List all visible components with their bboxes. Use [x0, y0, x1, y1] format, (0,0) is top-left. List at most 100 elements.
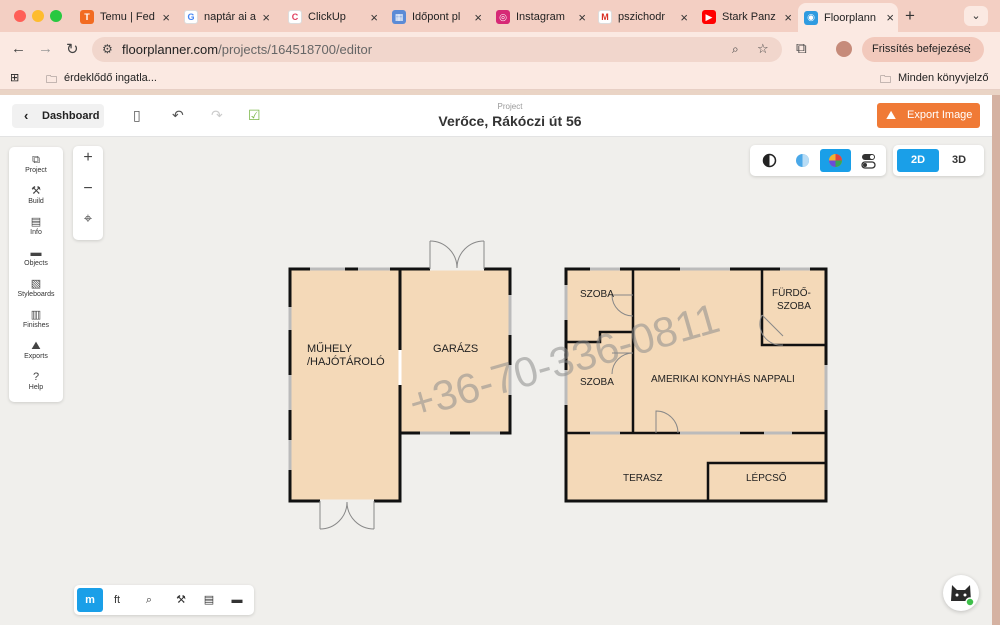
- color-palette-icon[interactable]: [820, 149, 851, 172]
- tab-title: Instagram: [516, 11, 565, 23]
- door-swing: [429, 240, 458, 269]
- site-info-icon[interactable]: ⚙: [102, 42, 113, 56]
- minimize-window-button[interactable]: [32, 10, 44, 22]
- bookmark-folder[interactable]: érdeklődő ingatla...: [64, 72, 157, 84]
- maximize-window-button[interactable]: [50, 10, 62, 22]
- profile-avatar[interactable]: [836, 41, 852, 57]
- close-tab-icon[interactable]: ×: [784, 10, 792, 25]
- room-label: AMERIKAI KONYHÁS NAPPALI: [651, 372, 795, 385]
- close-tab-icon[interactable]: ×: [474, 10, 482, 25]
- shade-icon[interactable]: [787, 149, 818, 172]
- zoom-lens-icon[interactable]: ⌕: [732, 42, 739, 57]
- muhely-room[interactable]: [288, 267, 402, 503]
- contrast-icon[interactable]: [754, 149, 785, 172]
- room-label: SZOBA: [580, 289, 614, 300]
- room-label: LÉPCSŐ: [746, 470, 787, 484]
- floor-plan-canvas[interactable]: MŰHELY /HAJÓTÁROLÓ GARÁZS SZOBA FÜRDŐ- S…: [280, 235, 840, 535]
- browser-tab-gmail[interactable]: M pszichodr ×: [592, 5, 692, 29]
- forward-arrow-icon[interactable]: →: [38, 40, 53, 57]
- sidebar-item-label: Exports: [24, 353, 48, 360]
- comment-icon[interactable]: ▤: [196, 588, 222, 612]
- all-bookmarks-link[interactable]: Minden könyvjelző: [898, 72, 989, 84]
- sidebar-item-finishes[interactable]: ▥ Finishes: [9, 309, 63, 329]
- export-image-button[interactable]: ⛰ Export Image: [877, 103, 980, 128]
- menu-dots-icon: ⋮: [964, 43, 975, 55]
- sidebar-item-info[interactable]: ▤ Info: [9, 216, 63, 236]
- export-label: Export Image: [907, 109, 973, 121]
- center-target-icon[interactable]: ⌖: [73, 210, 103, 227]
- update-label: Frissítés befejezése: [872, 43, 970, 55]
- view-3d-button[interactable]: 3D: [938, 149, 980, 172]
- view-2d-button[interactable]: 2D: [897, 149, 939, 172]
- room-label: GARÁZS: [433, 342, 478, 355]
- tab-title: ClickUp: [308, 11, 346, 23]
- browser-tab-instagram[interactable]: ◎ Instagram ×: [490, 5, 590, 29]
- tab-title: Stark Panz: [722, 11, 776, 23]
- google-icon: G: [184, 10, 198, 24]
- sidebar-item-label: Objects: [24, 260, 48, 267]
- browser-tab-temu[interactable]: T Temu | Fed ×: [74, 5, 174, 29]
- browser-tab-floorplanner[interactable]: ◉ Floorplann ×: [798, 3, 898, 32]
- folder-icon: 🗀: [880, 74, 891, 86]
- close-tab-icon[interactable]: ×: [886, 10, 894, 25]
- url-host: floorplanner.com: [122, 42, 219, 57]
- instagram-icon: ◎: [496, 10, 510, 24]
- zoom-out-icon[interactable]: −: [73, 180, 103, 198]
- room-label: SZOBA: [777, 301, 811, 312]
- apps-grid-icon[interactable]: ⊞: [10, 71, 19, 84]
- project-icon: ⧉: [32, 154, 40, 166]
- sidebar-item-exports[interactable]: ⛰ Exports: [9, 340, 63, 360]
- objects-icon: ▬: [30, 247, 42, 259]
- close-tab-icon[interactable]: ×: [578, 10, 586, 25]
- measure-icon[interactable]: ⌕: [136, 588, 162, 612]
- bookmark-star-icon[interactable]: ☆: [757, 41, 769, 57]
- close-tab-icon[interactable]: ×: [370, 10, 378, 25]
- sidebar-item-label: Finishes: [22, 322, 50, 329]
- close-tab-icon[interactable]: ×: [680, 10, 688, 25]
- browser-tab-youtube[interactable]: ▶ Stark Panz ×: [696, 5, 796, 29]
- door-swing: [319, 501, 348, 530]
- close-tab-icon[interactable]: ×: [262, 10, 270, 25]
- extensions-icon[interactable]: ⧉: [796, 40, 807, 57]
- close-tab-icon[interactable]: ×: [162, 10, 170, 25]
- url-path: /projects/164518700/editor: [218, 42, 373, 57]
- browser-tab-bar: T Temu | Fed × G naptár ai a × C ClickUp…: [0, 0, 1000, 32]
- browser-tab-calendar[interactable]: ▦ Időpont pl ×: [386, 5, 486, 29]
- sidebar-item-help[interactable]: ? Help: [9, 371, 63, 391]
- sidebar-item-build[interactable]: ⚒ Build: [9, 185, 63, 205]
- sidebar-item-label: Styleboards: [17, 291, 55, 298]
- tab-title: pszichodr: [618, 11, 666, 23]
- folder-icon: 🗀: [46, 74, 57, 86]
- close-window-button[interactable]: [14, 10, 26, 22]
- tab-title: Floorplann: [824, 11, 876, 24]
- sidebar-item-objects[interactable]: ▬ Objects: [9, 247, 63, 267]
- support-cat-avatar[interactable]: [943, 575, 979, 611]
- room-label: MŰHELY: [307, 341, 353, 355]
- back-arrow-icon[interactable]: ←: [11, 40, 26, 57]
- calendar-icon: ▦: [392, 10, 406, 24]
- exports-icon: ⛰: [31, 340, 41, 352]
- furniture-icon[interactable]: ▬: [224, 588, 250, 612]
- door-swing: [346, 501, 375, 530]
- tools-icon[interactable]: ⚒: [168, 588, 194, 612]
- toggle-settings-icon[interactable]: [853, 149, 884, 172]
- reload-icon[interactable]: ↻: [66, 40, 79, 58]
- styleboards-icon: ▧: [30, 278, 42, 290]
- url-text[interactable]: floorplanner.com/projects/164518700/edit…: [122, 42, 372, 57]
- unit-feet-button[interactable]: ft: [104, 588, 130, 612]
- update-button[interactable]: Frissítés befejezése ⋮: [862, 37, 984, 62]
- chevron-down-icon[interactable]: ⌄: [964, 6, 988, 26]
- sidebar-item-styleboards[interactable]: ▧ Styleboards: [9, 278, 63, 298]
- unit-metric-button[interactable]: m: [77, 588, 103, 612]
- browser-tab-clickup[interactable]: C ClickUp ×: [282, 5, 382, 29]
- project-label: Project: [497, 102, 523, 111]
- project-title[interactable]: Verőce, Rákóczi út 56: [0, 113, 1000, 129]
- new-tab-icon[interactable]: +: [905, 6, 915, 26]
- browser-tab-google[interactable]: G naptár ai a ×: [178, 5, 274, 29]
- sidebar-item-project[interactable]: ⧉ Project: [9, 154, 63, 174]
- zoom-in-icon[interactable]: +: [73, 149, 103, 167]
- room-label: FÜRDŐ-: [772, 285, 811, 299]
- gmail-icon: M: [598, 10, 612, 24]
- sidebar-item-label: Info: [30, 229, 42, 236]
- help-icon: ?: [32, 371, 40, 383]
